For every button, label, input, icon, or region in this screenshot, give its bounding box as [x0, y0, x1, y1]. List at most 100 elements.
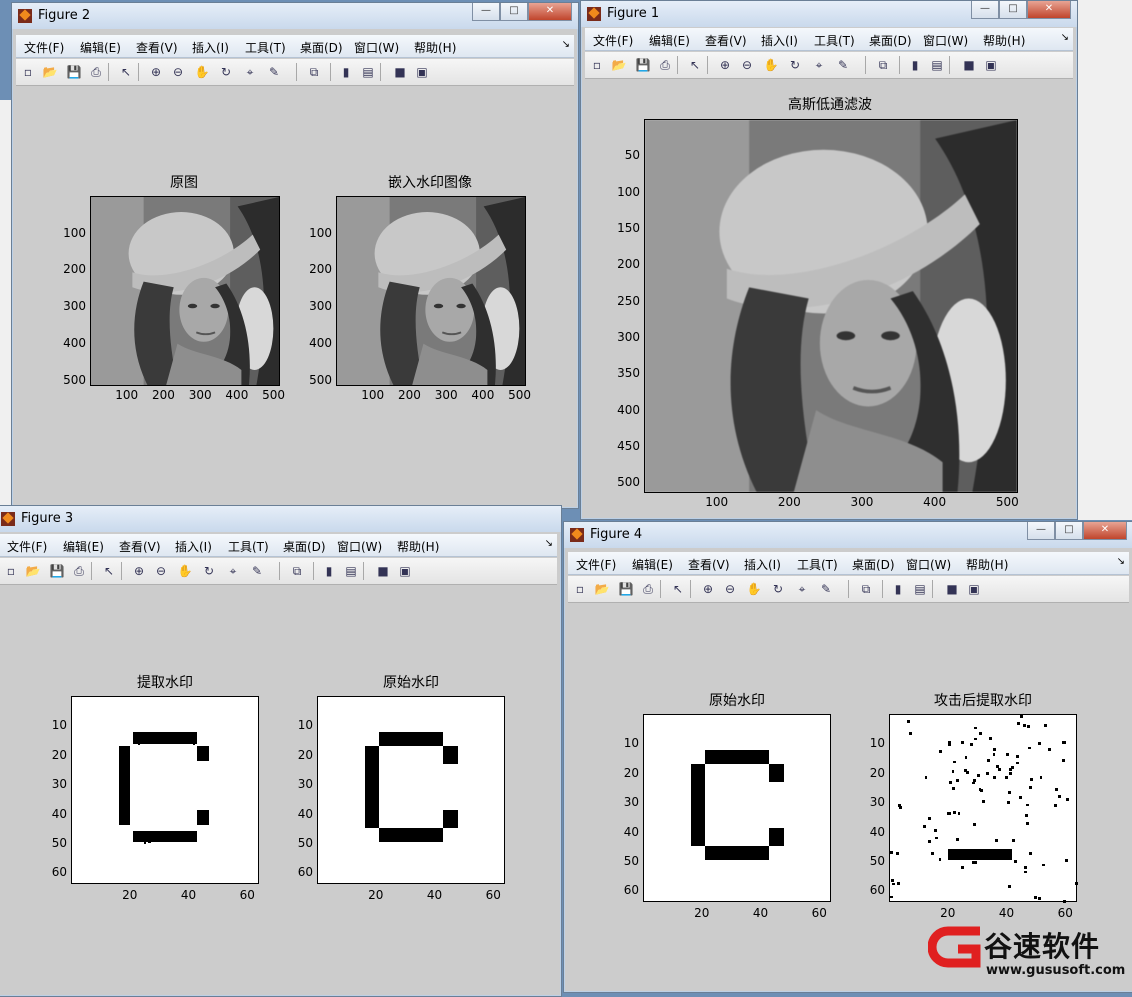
pan-icon[interactable]: ✋ — [177, 563, 193, 579]
zoom-in-icon[interactable]: ⊕ — [700, 581, 716, 597]
open-icon[interactable]: 📂 — [25, 563, 41, 579]
menu-item[interactable]: 文件(F) — [576, 556, 616, 573]
menu-overflow-icon[interactable]: ↘ — [1117, 556, 1125, 567]
pointer-icon[interactable]: ↖ — [101, 563, 117, 579]
menu-overflow-icon[interactable]: ↘ — [1061, 32, 1069, 43]
menu-item[interactable]: 查看(V) — [119, 538, 161, 555]
close-button[interactable]: ✕ — [528, 3, 572, 21]
hide-plot-tools-icon[interactable]: ■ — [961, 57, 977, 73]
zoom-out-icon[interactable]: ⊖ — [170, 64, 186, 80]
rotate3d-icon[interactable]: ↻ — [787, 57, 803, 73]
data-cursor-icon[interactable]: ⌖ — [225, 563, 241, 579]
menu-item[interactable]: 帮助(H) — [397, 538, 439, 555]
maximize-button[interactable]: □ — [500, 3, 528, 21]
menu-item[interactable]: 桌面(D) — [869, 32, 912, 49]
pointer-icon[interactable]: ↖ — [118, 64, 134, 80]
title-bar[interactable]: Figure 1 — □ ✕ — [581, 1, 1077, 27]
zoom-out-icon[interactable]: ⊖ — [739, 57, 755, 73]
menu-item[interactable]: 窗口(W) — [923, 32, 968, 49]
open-icon[interactable]: 📂 — [611, 57, 627, 73]
hide-plot-tools-icon[interactable]: ■ — [392, 64, 408, 80]
rotate3d-icon[interactable]: ↻ — [201, 563, 217, 579]
brush-icon[interactable]: ✎ — [818, 581, 834, 597]
legend-icon[interactable]: ▤ — [912, 581, 928, 597]
menu-item[interactable]: 编辑(E) — [649, 32, 690, 49]
rotate3d-icon[interactable]: ↻ — [770, 581, 786, 597]
print-icon[interactable]: ⎙ — [88, 64, 104, 80]
brush-icon[interactable]: ✎ — [249, 563, 265, 579]
legend-icon[interactable]: ▤ — [929, 57, 945, 73]
data-cursor-icon[interactable]: ⌖ — [242, 64, 258, 80]
menu-item[interactable]: 桌面(D) — [283, 538, 326, 555]
minimize-button[interactable]: — — [971, 1, 999, 19]
pointer-icon[interactable]: ↖ — [670, 581, 686, 597]
menu-item[interactable]: 查看(V) — [136, 39, 178, 56]
menu-item[interactable]: 帮助(H) — [983, 32, 1025, 49]
minimize-button[interactable]: — — [472, 3, 500, 21]
menu-item[interactable]: 帮助(H) — [966, 556, 1008, 573]
link-plot-icon[interactable]: ⧉ — [306, 64, 322, 80]
legend-icon[interactable]: ▤ — [343, 563, 359, 579]
zoom-in-icon[interactable]: ⊕ — [717, 57, 733, 73]
menu-item[interactable]: 桌面(D) — [300, 39, 343, 56]
open-icon[interactable]: 📂 — [42, 64, 58, 80]
menu-item[interactable]: 桌面(D) — [852, 556, 895, 573]
open-icon[interactable]: 📂 — [594, 581, 610, 597]
new-figure-icon[interactable]: ▫ — [572, 581, 588, 597]
zoom-in-icon[interactable]: ⊕ — [148, 64, 164, 80]
maximize-button[interactable]: □ — [999, 1, 1027, 19]
save-icon[interactable]: 💾 — [635, 57, 651, 73]
title-bar[interactable]: Figure 3 — [0, 506, 561, 532]
menu-overflow-icon[interactable]: ↘ — [545, 538, 553, 549]
print-icon[interactable]: ⎙ — [71, 563, 87, 579]
zoom-out-icon[interactable]: ⊖ — [153, 563, 169, 579]
hide-plot-tools-icon[interactable]: ■ — [944, 581, 960, 597]
legend-icon[interactable]: ▤ — [360, 64, 376, 80]
pan-icon[interactable]: ✋ — [763, 57, 779, 73]
pointer-icon[interactable]: ↖ — [687, 57, 703, 73]
minimize-button[interactable]: — — [1027, 522, 1055, 540]
colorbar-icon[interactable]: ▮ — [907, 57, 923, 73]
menu-item[interactable]: 窗口(W) — [906, 556, 951, 573]
menu-item[interactable]: 文件(F) — [593, 32, 633, 49]
print-icon[interactable]: ⎙ — [657, 57, 673, 73]
menu-item[interactable]: 工具(T) — [228, 538, 269, 555]
data-cursor-icon[interactable]: ⌖ — [794, 581, 810, 597]
rotate3d-icon[interactable]: ↻ — [218, 64, 234, 80]
new-figure-icon[interactable]: ▫ — [20, 64, 36, 80]
show-plot-tools-icon[interactable]: ▣ — [414, 64, 430, 80]
title-bar[interactable]: Figure 4 — □ ✕ — [564, 522, 1132, 548]
menu-item[interactable]: 工具(T) — [245, 39, 286, 56]
data-cursor-icon[interactable]: ⌖ — [811, 57, 827, 73]
zoom-out-icon[interactable]: ⊖ — [722, 581, 738, 597]
colorbar-icon[interactable]: ▮ — [890, 581, 906, 597]
new-figure-icon[interactable]: ▫ — [589, 57, 605, 73]
menu-item[interactable]: 文件(F) — [7, 538, 47, 555]
brush-icon[interactable]: ✎ — [835, 57, 851, 73]
menu-item[interactable]: 帮助(H) — [414, 39, 456, 56]
save-icon[interactable]: 💾 — [618, 581, 634, 597]
menu-item[interactable]: 窗口(W) — [354, 39, 399, 56]
menu-item[interactable]: 工具(T) — [814, 32, 855, 49]
link-plot-icon[interactable]: ⧉ — [875, 57, 891, 73]
save-icon[interactable]: 💾 — [66, 64, 82, 80]
colorbar-icon[interactable]: ▮ — [338, 64, 354, 80]
menu-item[interactable]: 窗口(W) — [337, 538, 382, 555]
menu-item[interactable]: 查看(V) — [688, 556, 730, 573]
menu-item[interactable]: 插入(I) — [192, 39, 229, 56]
close-button[interactable]: ✕ — [1083, 522, 1127, 540]
show-plot-tools-icon[interactable]: ▣ — [397, 563, 413, 579]
menu-item[interactable]: 插入(I) — [175, 538, 212, 555]
title-bar[interactable]: Figure 2 — □ ✕ — [12, 3, 578, 29]
brush-icon[interactable]: ✎ — [266, 64, 282, 80]
menu-item[interactable]: 插入(I) — [744, 556, 781, 573]
maximize-button[interactable]: □ — [1055, 522, 1083, 540]
menu-item[interactable]: 插入(I) — [761, 32, 798, 49]
save-icon[interactable]: 💾 — [49, 563, 65, 579]
new-figure-icon[interactable]: ▫ — [3, 563, 19, 579]
show-plot-tools-icon[interactable]: ▣ — [966, 581, 982, 597]
link-plot-icon[interactable]: ⧉ — [858, 581, 874, 597]
menu-item[interactable]: 编辑(E) — [80, 39, 121, 56]
pan-icon[interactable]: ✋ — [746, 581, 762, 597]
show-plot-tools-icon[interactable]: ▣ — [983, 57, 999, 73]
